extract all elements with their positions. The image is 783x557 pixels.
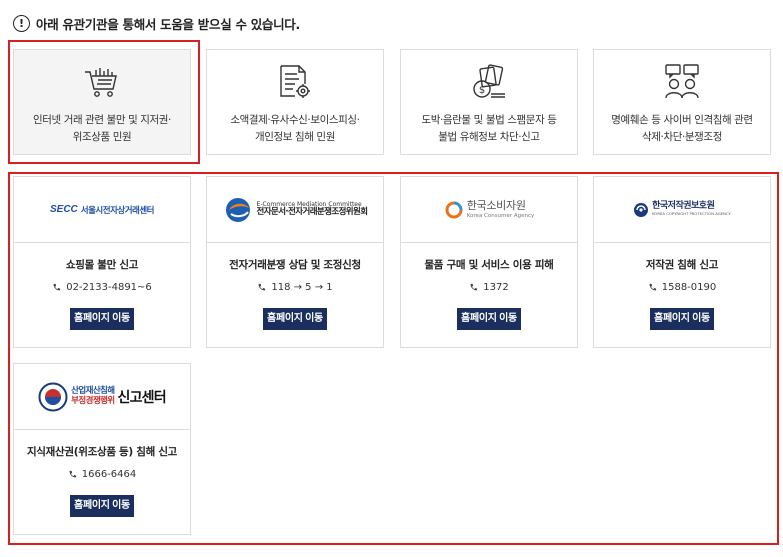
homepage-button[interactable]: 홈페이지 이동: [457, 308, 521, 330]
exclamation-circle-icon: !: [13, 14, 30, 32]
org-phone: 1666-6464: [14, 469, 190, 480]
homepage-button[interactable]: 홈페이지 이동: [650, 308, 714, 330]
svg-text:$: $: [479, 85, 485, 96]
org-card-ecmc: E-Commerce Mediation Committee 전자문서·전자거래…: [206, 176, 384, 348]
org-card-kca: 한국소비자원 Korea Consumer Agency 물품 구매 및 서비스…: [400, 176, 578, 348]
kipo-seal-icon: [38, 382, 68, 411]
kca-emblem-icon: [445, 201, 463, 218]
org-phone: 1588-0190: [594, 282, 770, 293]
homepage-button[interactable]: 홈페이지 이동: [263, 308, 327, 330]
category-card-gambling[interactable]: $ 도박·음란물 및 불법 스팸문자 등 불법 유해정보 차단·신고: [400, 49, 578, 155]
org-title: 저작권 침해 신고: [645, 259, 719, 271]
phone-icon: [258, 283, 266, 291]
document-gear-icon: [280, 65, 310, 98]
homepage-button[interactable]: 홈페이지 이동: [70, 495, 134, 517]
org-phone: 02-2133-4891~6: [14, 282, 190, 293]
ip-report-logo: 산업재산침해 부정경쟁행위 신고센터: [14, 364, 190, 430]
org-title: 쇼핑몰 불만 신고: [65, 259, 139, 271]
ecmc-emblem-icon: [225, 197, 250, 222]
people-chat-icon: [665, 64, 699, 99]
kca-logo: 한국소비자원 Korea Consumer Agency: [401, 177, 577, 243]
ecmc-logo: E-Commerce Mediation Committee 전자문서·전자거래…: [207, 177, 383, 243]
org-card-kcopa: 한국저작권보호원 KOREA COPYRIGHT PROTECTION AGEN…: [593, 176, 771, 348]
org-phone: 1372: [401, 282, 577, 293]
notice-text: 아래 유관기관을 통해서 도움을 받으실 수 있습니다.: [36, 16, 300, 32]
phone-icon: [69, 470, 76, 478]
category-card-payment[interactable]: 소액결제·유사수신·보이스피싱· 개인정보 침해 민원: [206, 49, 384, 155]
org-title: 전자거래분쟁 상담 및 조정신청: [229, 259, 361, 271]
category-card-defamation[interactable]: 명예훼손 등 사이버 인격침해 관련 삭제·차단·분쟁조정: [593, 49, 771, 155]
org-title: 물품 구매 및 서비스 이용 피해: [424, 259, 554, 271]
category-label: 도박·음란물 및 불법 스팸문자 등 불법 유해정보 차단·신고: [421, 114, 557, 143]
category-card-internet-trade[interactable]: 인터넷 거래 관련 불만 및 지저권· 위조상품 민원: [13, 49, 191, 155]
category-label: 인터넷 거래 관련 불만 및 지저권· 위조상품 민원: [32, 114, 171, 143]
notice: ! 아래 유관기관을 통해서 도움을 받으실 수 있습니다.: [13, 13, 300, 33]
org-title: 지식재산권(위조상품 등) 침해 신고: [26, 446, 178, 458]
category-label: 소액결제·유사수신·보이스피싱· 개인정보 침해 민원: [230, 114, 360, 143]
org-card-secc: SECC 서울시전자상거래센터 쇼핑몰 불만 신고 02-2133-4891~6…: [13, 176, 191, 348]
homepage-button[interactable]: 홈페이지 이동: [70, 308, 134, 330]
phone-icon: [470, 283, 478, 291]
phone-icon: [649, 283, 656, 291]
kcopa-emblem-icon: [634, 202, 649, 217]
secc-logo: SECC 서울시전자상거래센터: [14, 177, 190, 243]
phone-icon: [53, 283, 61, 291]
kcopa-logo: 한국저작권보호원 KOREA COPYRIGHT PROTECTION AGEN…: [594, 177, 770, 243]
gambling-coin-icon: $: [473, 64, 505, 98]
org-phone: 118 → 5 → 1: [207, 282, 383, 293]
org-card-ip-report: 산업재산침해 부정경쟁행위 신고센터 지식재산권(위조상품 등) 침해 신고 1…: [13, 363, 191, 535]
category-label: 명예훼손 등 사이버 인격침해 관련 삭제·차단·분쟁조정: [611, 114, 753, 143]
shopping-cart-icon: [85, 68, 117, 97]
